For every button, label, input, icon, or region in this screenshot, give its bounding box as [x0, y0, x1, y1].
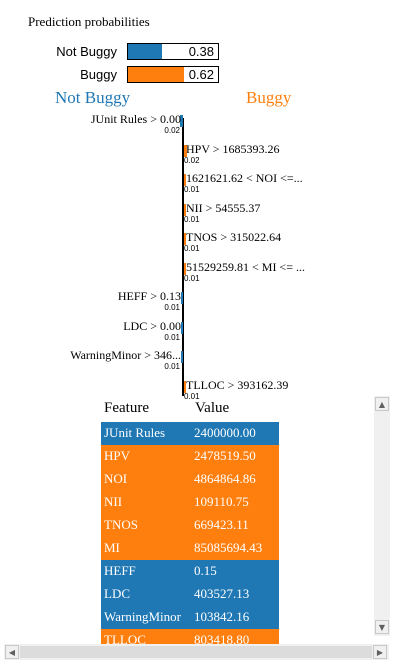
feature-value-table: JUnit Rules 2400000.00 HPV 2478519.50 NOI 486… [0, 0, 400, 667]
table-cell-value: 4864864.86 [194, 471, 256, 486]
table-cell-value: 103842.16 [194, 609, 250, 624]
scroll-up-button[interactable]: ▲ [375, 397, 389, 411]
table-row: HPV 2478519.50 [101, 445, 279, 468]
scroll-left-button[interactable]: ◀ [5, 645, 19, 659]
table-cell-value: 109110.75 [194, 494, 249, 509]
table-cell-feature: NII [104, 494, 123, 509]
table-cell-feature: NOI [104, 471, 128, 486]
table-cell-value: 0.15 [194, 563, 217, 578]
table-row: WarningMinor 103842.16 [101, 606, 279, 629]
table-cell-feature: HPV [104, 448, 131, 463]
table-cell-value: 669423.11 [194, 517, 249, 532]
table-cell-value: 403527.13 [194, 586, 250, 601]
table-cell-value: 85085694.43 [194, 540, 263, 555]
table-cell-feature: MI [104, 540, 120, 555]
table-row: LDC 403527.13 [101, 583, 279, 606]
table-cell-feature: JUnit Rules [104, 425, 166, 440]
table-cell-feature: HEFF [104, 563, 136, 578]
table-cell-feature: WarningMinor [104, 609, 181, 624]
horizontal-scroll-thumb[interactable] [20, 646, 372, 658]
table-row: HEFF 0.15 [101, 560, 279, 583]
table-row: TNOS 669423.11 [101, 514, 279, 537]
table-row: JUnit Rules 2400000.00 [101, 422, 279, 445]
table-row: MI 85085694.43 [101, 537, 279, 560]
vertical-scrollbar[interactable]: ▲ ▼ [374, 396, 390, 636]
table-cell-value: 2478519.50 [194, 448, 256, 463]
table-row: NII 109110.75 [101, 491, 279, 514]
table-row: NOI 4864864.86 [101, 468, 279, 491]
table-cell-value: 2400000.00 [194, 425, 256, 440]
scroll-down-button[interactable]: ▼ [375, 620, 389, 634]
scroll-right-button[interactable]: ▶ [373, 645, 387, 659]
horizontal-scrollbar[interactable]: ◀ ▶ [4, 644, 389, 660]
table-cell-feature: LDC [104, 586, 130, 601]
table-cell-feature: TNOS [104, 517, 138, 532]
